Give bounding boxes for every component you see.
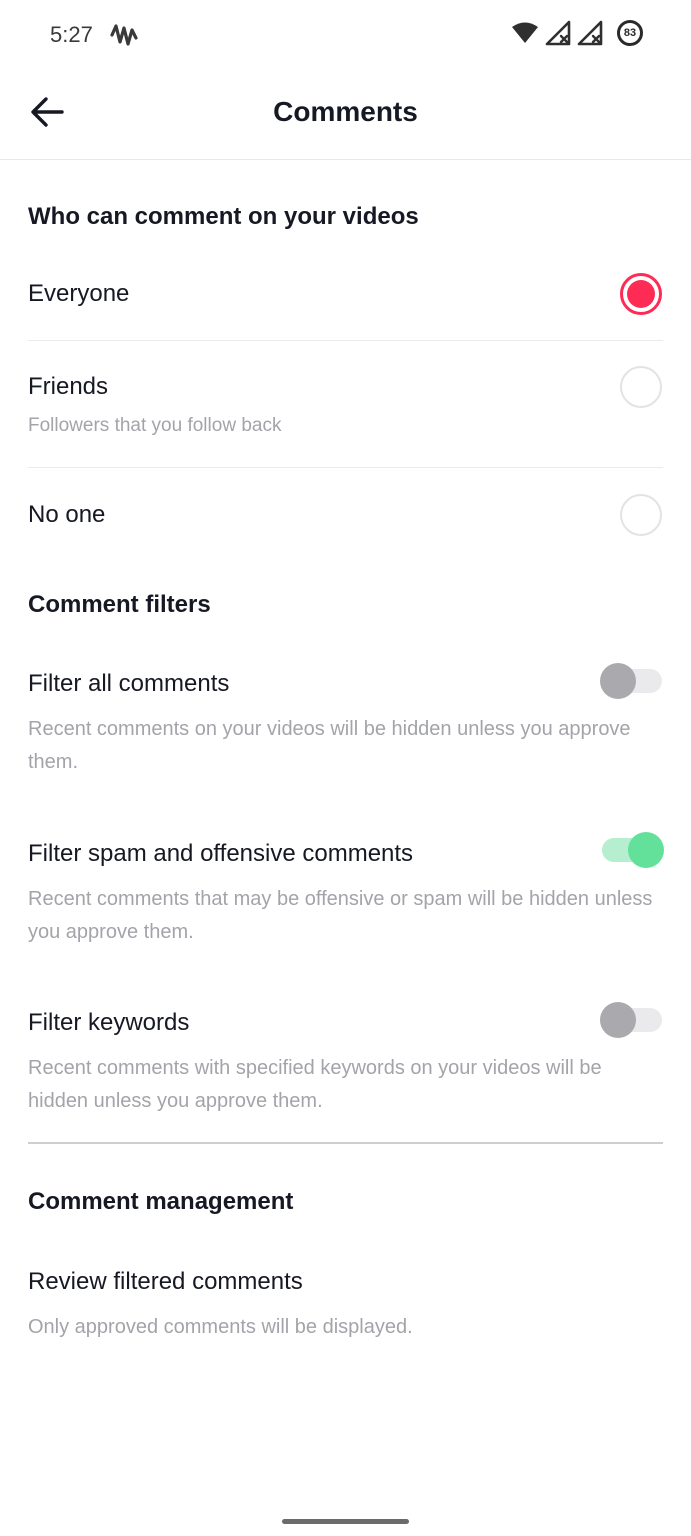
- section-divider: [28, 1142, 663, 1144]
- home-indicator[interactable]: [282, 1519, 409, 1524]
- option-sublabel: Followers that you follow back: [28, 415, 282, 436]
- filter-spam-toggle[interactable]: [600, 832, 664, 868]
- option-friends[interactable]: Friends Followers that you follow back: [0, 341, 691, 467]
- status-time: 5:27: [50, 22, 93, 47]
- option-everyone[interactable]: Everyone: [0, 250, 691, 340]
- battery-level: 83: [623, 27, 637, 39]
- option-label: No one: [28, 501, 106, 528]
- signal-no-service-icon: [545, 20, 571, 46]
- comments-settings-screen: 5:27 83 Comments Who can comment on your…: [0, 0, 691, 1536]
- radio-no-one[interactable]: [620, 494, 662, 536]
- page-title: Comments: [273, 96, 418, 127]
- review-filtered-label: Review filtered comments: [28, 1268, 303, 1295]
- filter-spam-label: Filter spam and offensive comments: [28, 840, 414, 867]
- status-icons: 83: [511, 20, 643, 46]
- battery-ring-icon: 83: [617, 20, 643, 46]
- filter-keywords-label: Filter keywords: [28, 1009, 190, 1036]
- comment-management-title: Comment management: [28, 1188, 294, 1215]
- filter-keywords-description: Recent comments with specified keywords …: [28, 1057, 602, 1112]
- filter-all-toggle[interactable]: [600, 663, 664, 699]
- review-filtered-description: Only approved comments will be displayed…: [28, 1316, 413, 1338]
- filter-spam-description: Recent comments that may be offensive or…: [28, 888, 653, 943]
- toggle-knob: [600, 663, 636, 699]
- wifi-icon: [512, 22, 538, 43]
- toggle-knob: [600, 1002, 636, 1038]
- status-bar: 5:27 83: [0, 0, 691, 70]
- signal-no-service-icon: [577, 20, 603, 46]
- toggle-knob: [628, 832, 664, 868]
- radio-friends[interactable]: [620, 366, 662, 408]
- who-can-comment-title: Who can comment on your videos: [28, 203, 419, 230]
- comment-filters-title: Comment filters: [28, 591, 211, 618]
- filter-all-label: Filter all comments: [28, 670, 230, 697]
- radio-everyone[interactable]: [620, 273, 662, 315]
- review-filtered-comments-row[interactable]: Review filtered comments Only approved c…: [0, 1240, 691, 1360]
- filter-keywords-toggle[interactable]: [600, 1002, 664, 1038]
- waveform-icon: [110, 24, 138, 46]
- header: Comments: [0, 70, 691, 160]
- filter-all-description: Recent comments on your videos will be h…: [28, 718, 631, 773]
- option-no-one[interactable]: No one: [0, 468, 691, 563]
- option-label: Friends: [28, 373, 109, 400]
- option-label: Everyone: [28, 280, 130, 307]
